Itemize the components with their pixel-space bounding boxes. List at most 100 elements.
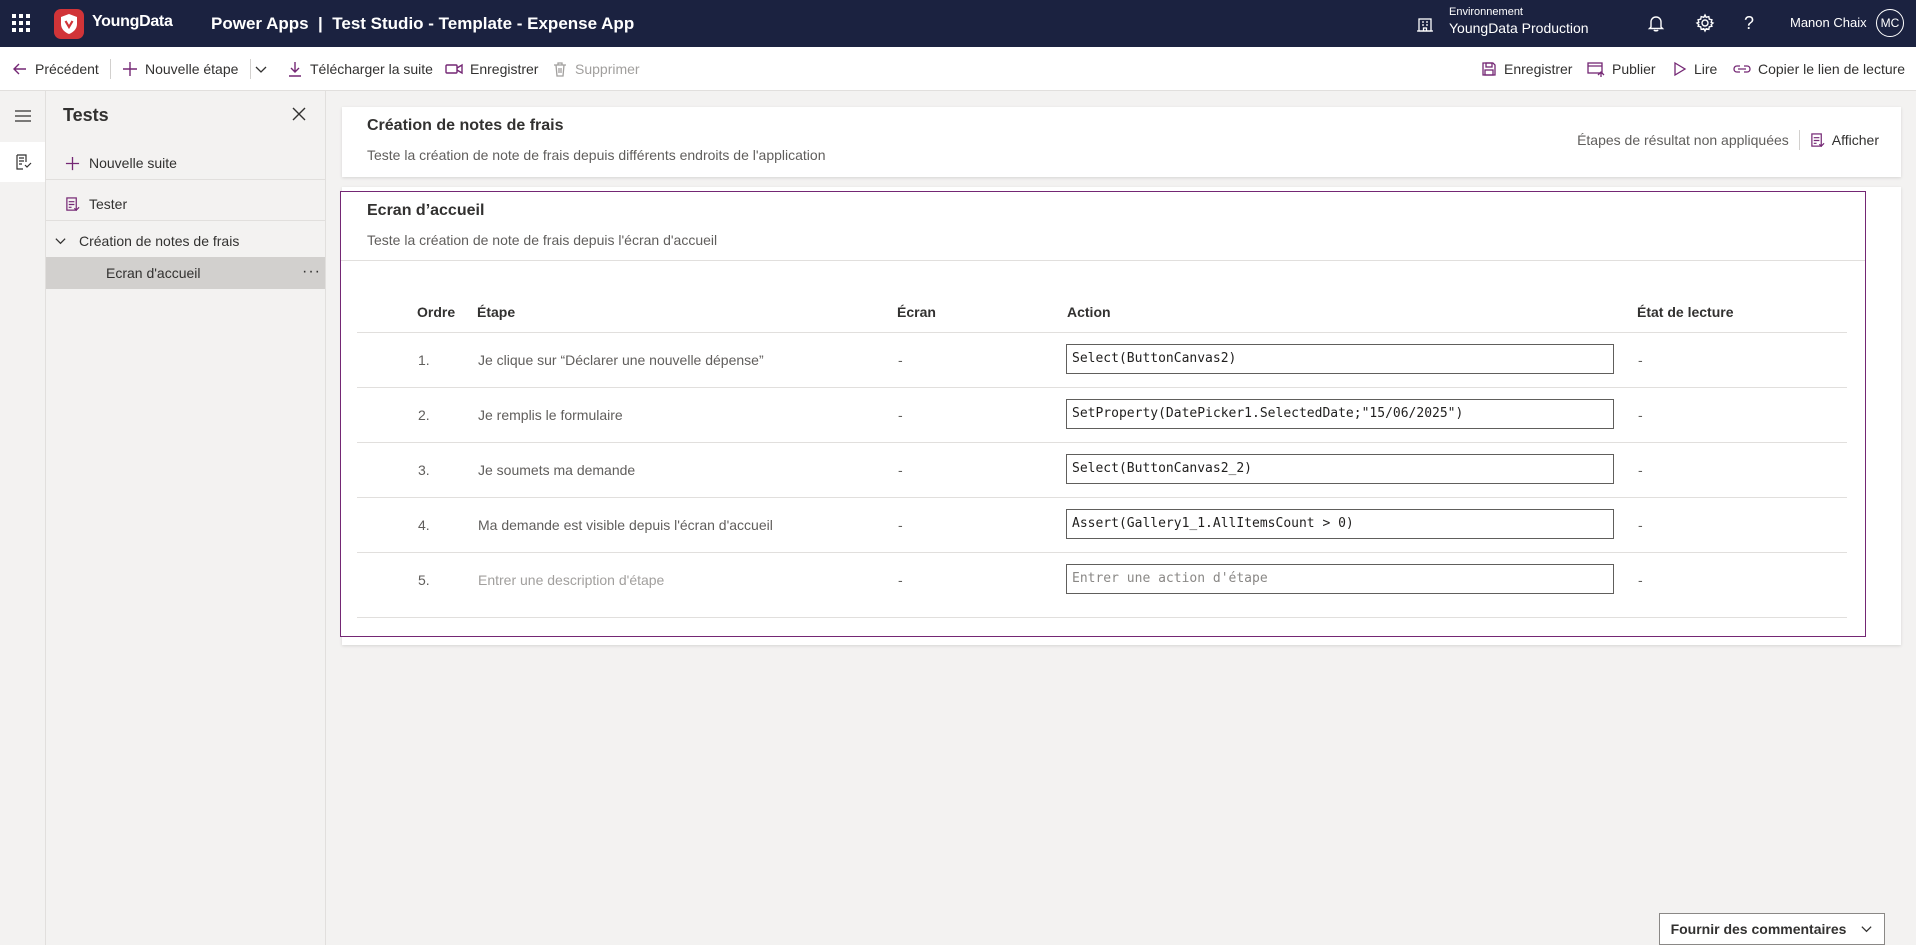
step-description-input[interactable]: Entrer une description d'étape: [478, 572, 664, 588]
brand-name: YoungData: [92, 13, 173, 30]
new-step-dropdown[interactable]: [254, 47, 268, 90]
column-action: Action: [1067, 304, 1111, 320]
result-steps-status: Étapes de résultat non appliquées: [1577, 132, 1789, 148]
table-row[interactable]: 2. Je remplis le formulaire - SetPropert…: [357, 388, 1847, 443]
row-screen: -: [898, 407, 903, 423]
chevron-down-icon: [1860, 923, 1873, 936]
row-screen: -: [898, 462, 903, 478]
case-description[interactable]: Teste la création de note de frais depui…: [367, 232, 717, 248]
row-state: -: [1638, 517, 1643, 533]
suite-header-actions: Étapes de résultat non appliquées Affich…: [1577, 130, 1879, 150]
copy-link-button[interactable]: Copier le lien de lecture: [1733, 47, 1905, 90]
brand-logo: [54, 9, 84, 39]
suite-title[interactable]: Création de notes de frais: [367, 117, 564, 135]
publish-icon: [1587, 61, 1605, 77]
column-step: Étape: [477, 304, 516, 320]
download-suite-label: Télécharger la suite: [310, 60, 433, 77]
back-arrow-icon: [12, 61, 28, 77]
suite-tree-item[interactable]: Création de notes de frais: [46, 225, 325, 257]
row-state: -: [1638, 407, 1643, 423]
suite-tree-label: Création de notes de frais: [79, 233, 240, 249]
record-button[interactable]: Enregistrer: [445, 47, 538, 90]
row-step[interactable]: Je soumets ma demande: [478, 462, 635, 478]
row-action-input[interactable]: Select(ButtonCanvas2): [1066, 344, 1614, 374]
row-order: 2.: [418, 407, 430, 423]
play-button[interactable]: Lire: [1673, 47, 1717, 90]
new-suite-button[interactable]: Nouvelle suite: [46, 147, 325, 179]
publish-button[interactable]: Publier: [1587, 47, 1656, 90]
app-launcher-icon[interactable]: [10, 12, 32, 34]
user-name[interactable]: Manon Chaix: [1790, 15, 1867, 30]
row-order: 1.: [418, 352, 430, 368]
top-bar: YoungData Power Apps | Test Studio - Tem…: [0, 0, 1916, 47]
column-playback-state: État de lecture: [1637, 304, 1734, 320]
row-action-input[interactable]: SetProperty(DatePicker1.SelectedDate;"15…: [1066, 399, 1614, 429]
table-row[interactable]: 4. Ma demande est visible depuis l'écran…: [357, 498, 1847, 553]
play-icon: [1673, 61, 1687, 77]
save-label: Enregistrer: [1504, 60, 1573, 77]
back-button[interactable]: Précédent: [12, 47, 99, 90]
tests-panel: Tests Nouvelle suite Tester Création de …: [46, 91, 326, 945]
row-screen: -: [898, 352, 903, 368]
chevron-down-icon: [254, 62, 268, 76]
column-screen: Écran: [897, 304, 936, 320]
record-camera-icon: [445, 61, 463, 77]
column-order: Ordre: [417, 304, 456, 320]
case-title[interactable]: Ecran d’accueil: [367, 202, 484, 220]
test-case-card: Ecran d’accueil Teste la création de not…: [340, 187, 1901, 645]
close-icon[interactable]: [292, 107, 306, 121]
feedback-button[interactable]: Fournir des commentaires: [1659, 913, 1885, 945]
steps-grid: Ordre Étape Écran Action État de lecture…: [357, 288, 1847, 618]
notifications-bell-icon[interactable]: [1646, 13, 1666, 33]
case-tree-item[interactable]: Ecran d'accueil ···: [46, 257, 325, 289]
new-step-label: Nouvelle étape: [145, 60, 239, 77]
table-row[interactable]: 3. Je soumets ma demande - Select(Button…: [357, 443, 1847, 498]
environment-icon[interactable]: [1415, 14, 1435, 34]
download-suite-button[interactable]: Télécharger la suite: [287, 47, 433, 90]
tests-panel-title: Tests: [63, 105, 109, 125]
new-step-button[interactable]: Nouvelle étape: [122, 47, 238, 90]
save-button[interactable]: Enregistrer: [1481, 47, 1572, 90]
more-options-icon[interactable]: ···: [302, 263, 321, 281]
trash-icon: [552, 61, 568, 77]
row-step[interactable]: Ma demande est visible depuis l'écran d'…: [478, 517, 773, 533]
row-order: 4.: [418, 517, 430, 533]
environment-value[interactable]: YoungData Production: [1449, 20, 1589, 36]
table-row[interactable]: 1. Je clique sur “Déclarer une nouvelle …: [357, 333, 1847, 388]
row-step[interactable]: Je remplis le formulaire: [478, 407, 623, 423]
command-bar: Précédent Nouvelle étape Télécharger la …: [0, 47, 1916, 91]
plus-icon: [65, 156, 80, 171]
feedback-label: Fournir des commentaires: [1670, 921, 1847, 937]
row-state: -: [1638, 572, 1643, 588]
plus-icon: [122, 61, 138, 77]
test-list-icon: [65, 196, 80, 212]
row-action-input[interactable]: Assert(Gallery1_1.AllItemsCount > 0): [1066, 509, 1614, 539]
document-icon: [1810, 132, 1825, 148]
tests-nav-icon[interactable]: [0, 142, 45, 182]
user-avatar[interactable]: MC: [1876, 9, 1904, 37]
test-label: Tester: [89, 196, 128, 212]
case-tree-label: Ecran d'accueil: [106, 265, 201, 281]
app-title: Power Apps | Test Studio - Template - Ex…: [211, 14, 635, 33]
show-label: Afficher: [1831, 132, 1879, 148]
hamburger-menu-icon[interactable]: [0, 96, 45, 136]
test-case-box: Ecran d’accueil Teste la création de not…: [340, 191, 1866, 637]
left-rail: [0, 91, 46, 945]
step-action-input[interactable]: Entrer une action d'étape: [1066, 564, 1614, 594]
row-action-input[interactable]: Select(ButtonCanvas2_2): [1066, 454, 1614, 484]
settings-gear-icon[interactable]: [1695, 13, 1715, 33]
test-button[interactable]: Tester: [46, 188, 325, 220]
main-content: Création de notes de frais Teste la créa…: [326, 91, 1916, 945]
delete-button[interactable]: Supprimer: [552, 47, 640, 90]
help-icon[interactable]: ?: [1744, 13, 1754, 34]
link-icon: [1733, 61, 1751, 77]
record-label: Enregistrer: [470, 60, 539, 77]
new-step-row[interactable]: 5. Entrer une description d'étape - Entr…: [357, 553, 1847, 618]
publish-label: Publier: [1612, 60, 1656, 77]
save-disk-icon: [1481, 61, 1497, 77]
environment-label[interactable]: Environnement: [1449, 6, 1523, 18]
chevron-down-icon[interactable]: [54, 235, 67, 248]
row-step[interactable]: Je clique sur “Déclarer une nouvelle dép…: [478, 352, 764, 368]
show-button[interactable]: Afficher: [1810, 132, 1879, 148]
suite-description[interactable]: Teste la création de note de frais depui…: [367, 147, 825, 163]
